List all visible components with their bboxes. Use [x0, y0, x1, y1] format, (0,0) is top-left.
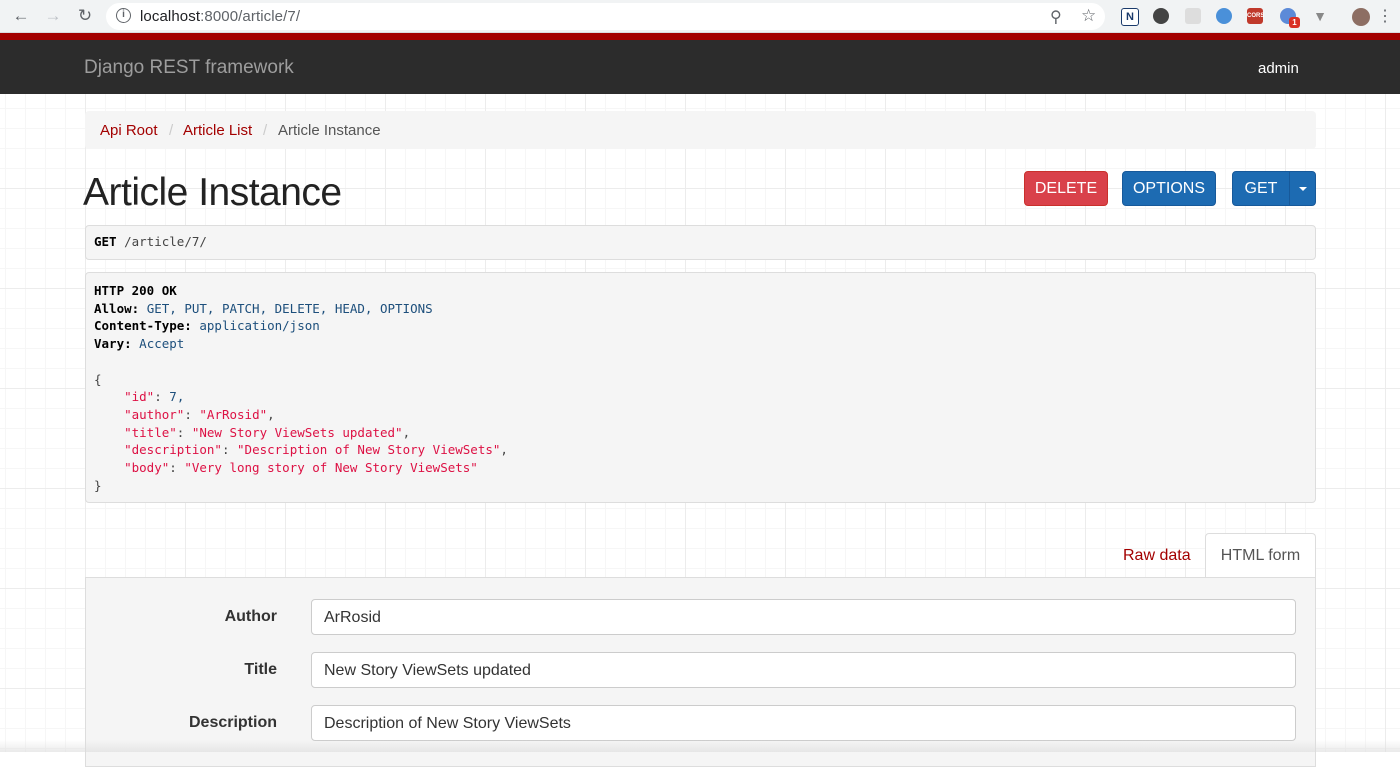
json-comma: ,: [176, 389, 185, 405]
tab-raw-data[interactable]: Raw data: [1123, 547, 1191, 565]
get-format-dropdown[interactable]: [1289, 171, 1316, 206]
html-form: Author ArRosid Title New Story ViewSets …: [85, 577, 1316, 767]
json-key: "author": [124, 406, 185, 422]
breadcrumb-article-list[interactable]: Article List: [183, 122, 252, 139]
top-accent-bar: [0, 33, 1400, 40]
extension-n-icon[interactable]: N: [1121, 8, 1139, 26]
url-path: :8000/article/7/: [200, 8, 301, 25]
json-value: "Very long story of New Story ViewSets": [184, 460, 478, 476]
request-method: GET: [94, 234, 117, 249]
url-host: localhost: [140, 8, 201, 25]
reload-icon[interactable]: ↻: [73, 4, 97, 28]
json-comma: ,: [500, 442, 508, 458]
back-icon[interactable]: ←: [9, 4, 33, 28]
response-body: HTTP 200 OK Allow: GET, PUT, PATCH, DELE…: [85, 272, 1316, 503]
json-value: 7: [169, 389, 177, 405]
badge-count: 1: [1292, 18, 1297, 27]
breadcrumb: Api Root / Article List / Article Instan…: [85, 111, 1316, 149]
request-path: /article/7/: [124, 234, 207, 249]
response-status: HTTP 200 OK: [94, 283, 177, 298]
allow-value: GET, PUT, PATCH, DELETE, HEAD, OPTIONS: [146, 300, 433, 316]
allow-label: Allow:: [94, 300, 140, 316]
address-bar[interactable]: i localhost:8000/article/7/ ⚲ ☆: [106, 3, 1105, 30]
brand-link[interactable]: Django REST framework: [84, 57, 294, 79]
json-comma: ,: [267, 406, 275, 422]
content-type-value: application/json: [199, 318, 320, 334]
forward-icon[interactable]: →: [41, 4, 65, 28]
request-info: GET /article/7/: [85, 225, 1316, 260]
breadcrumb-api-root[interactable]: Api Root: [100, 122, 158, 139]
get-button[interactable]: GET: [1232, 171, 1290, 206]
form-tabs: Raw data HTML form: [85, 533, 1316, 578]
profile-avatar[interactable]: [1352, 8, 1370, 26]
json-key: "description": [124, 442, 222, 458]
title-field[interactable]: New Story ViewSets updated: [311, 652, 1296, 688]
json-close-brace: }: [94, 477, 102, 493]
author-field[interactable]: ArRosid: [311, 599, 1296, 635]
json-value: "Description of New Story ViewSets": [237, 442, 501, 458]
content-type-label: Content-Type:: [94, 318, 192, 334]
author-label: Author: [224, 608, 277, 625]
star-icon[interactable]: ☆: [1081, 6, 1096, 26]
json-comma: ,: [402, 424, 411, 440]
page-title: Article Instance: [83, 171, 342, 214]
json-value: "New Story ViewSets updated": [191, 424, 403, 440]
browser-toolbar: ← → ↻ i localhost:8000/article/7/ ⚲ ☆ N …: [0, 0, 1400, 33]
json-key: "id": [124, 389, 155, 405]
extension-badge: 1: [1289, 17, 1300, 28]
breadcrumb-separator: /: [169, 122, 174, 139]
json-value: "ArRosid": [199, 406, 268, 422]
navbar: Django REST framework admin: [0, 40, 1400, 94]
vary-value: Accept: [139, 336, 185, 352]
json-key: "title": [124, 424, 177, 440]
options-button[interactable]: OPTIONS: [1122, 171, 1216, 206]
extension-circle-icon[interactable]: [1153, 8, 1169, 24]
caret-down-icon: [1298, 186, 1307, 191]
breadcrumb-separator: /: [263, 122, 268, 139]
tab-html-form[interactable]: HTML form: [1205, 533, 1316, 578]
cors-label: CORS: [1247, 13, 1265, 19]
breadcrumb-current: Article Instance: [278, 122, 381, 139]
json-open-brace: {: [94, 371, 102, 387]
extension-cors-icon[interactable]: CORS: [1247, 8, 1265, 24]
zoom-icon[interactable]: ⚲: [1050, 7, 1062, 27]
url-text[interactable]: localhost:8000/article/7/: [140, 8, 300, 25]
vary-label: Vary:: [94, 336, 132, 352]
title-label: Title: [244, 661, 277, 678]
description-label: Description: [188, 714, 277, 731]
menu-icon[interactable]: ⋮: [1373, 4, 1397, 28]
extension-grid-icon[interactable]: [1185, 8, 1201, 24]
delete-button[interactable]: DELETE: [1024, 171, 1108, 206]
user-menu[interactable]: admin: [1258, 60, 1299, 77]
info-icon[interactable]: i: [116, 8, 131, 23]
extension-v-icon[interactable]: ▼: [1312, 8, 1328, 24]
json-key: "body": [124, 460, 170, 476]
bottom-fade: [0, 740, 1400, 752]
extension-compass-icon[interactable]: [1216, 8, 1232, 24]
description-field[interactable]: Description of New Story ViewSets: [311, 705, 1296, 741]
